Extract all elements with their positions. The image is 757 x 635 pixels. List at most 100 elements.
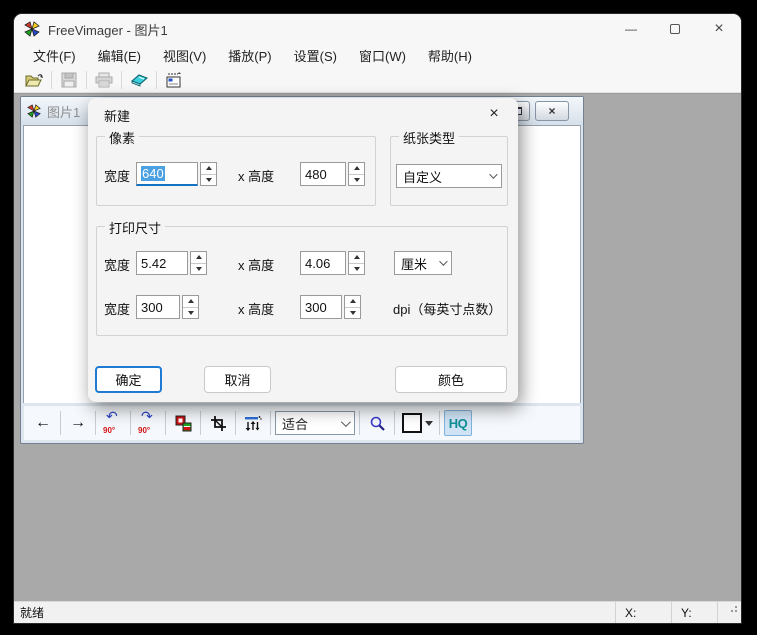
menu-help[interactable]: 帮助(H) xyxy=(417,44,483,67)
dpi-unit-label: dpi（每英寸点数） xyxy=(393,299,501,318)
dpi-width-label: 宽度 xyxy=(104,299,130,318)
menu-view[interactable]: 视图(V) xyxy=(152,44,217,67)
nav-separator xyxy=(60,411,61,435)
dialog-close-button[interactable]: × xyxy=(482,102,506,126)
nav-separator xyxy=(270,411,271,435)
tab-image-icon xyxy=(27,104,41,118)
pixel-width-value: 640 xyxy=(141,166,165,181)
dpi-width-input[interactable]: 300 xyxy=(136,295,180,319)
child-close-button[interactable]: × xyxy=(535,101,569,121)
dpi-width-value: 300 xyxy=(141,300,163,315)
close-button[interactable]: × xyxy=(697,14,741,44)
window-title: FreeVimager - 图片1 xyxy=(48,20,609,39)
resize-grip-icon[interactable] xyxy=(735,610,737,612)
dpi-height-stepper[interactable] xyxy=(344,295,361,319)
save-icon xyxy=(61,72,77,88)
nav-toolbar: ← → ↶ 90° ↷ 90° xyxy=(23,405,581,441)
status-grip-cell xyxy=(717,602,741,623)
dpi-width-stepper[interactable] xyxy=(182,295,199,319)
menu-edit[interactable]: 编辑(E) xyxy=(87,44,152,67)
pixel-height-stepper[interactable] xyxy=(348,162,365,186)
batch-button[interactable] xyxy=(160,69,188,91)
print-button[interactable] xyxy=(90,69,118,91)
minimize-button[interactable]: — xyxy=(609,14,653,44)
print-width-stepper[interactable] xyxy=(190,251,207,275)
paper-type-group: 纸张类型 自定义 xyxy=(390,136,508,206)
print-height-label: x 高度 xyxy=(238,255,274,274)
save-button[interactable] xyxy=(55,69,83,91)
frame-icon xyxy=(402,413,422,433)
prev-icon: ← xyxy=(35,414,51,432)
status-x: X: xyxy=(615,602,671,623)
titlebar: FreeVimager - 图片1 — × xyxy=(14,14,741,44)
rotate-cw-button[interactable]: ↷ 90° xyxy=(135,409,161,437)
freevimager-window: FreeVimager - 图片1 — × 文件(F) 编辑(E) 视图(V) … xyxy=(14,14,741,623)
frame-button[interactable] xyxy=(399,409,435,437)
nav-separator xyxy=(95,411,96,435)
unit-select[interactable]: 厘米 xyxy=(394,251,452,275)
true-color-button[interactable] xyxy=(170,409,196,437)
batch-icon xyxy=(165,72,183,88)
pixel-width-stepper[interactable] xyxy=(200,162,217,186)
open-button[interactable] xyxy=(20,69,48,91)
paper-type-label: 纸张类型 xyxy=(399,128,459,147)
app-logo-icon xyxy=(24,21,40,37)
print-height-stepper[interactable] xyxy=(348,251,365,275)
paper-type-value: 自定义 xyxy=(403,167,442,186)
hq-toggle-button[interactable]: HQ xyxy=(444,410,472,436)
print-width-input[interactable]: 5.42 xyxy=(136,251,188,275)
maximize-icon xyxy=(670,24,680,34)
print-height-input[interactable]: 4.06 xyxy=(300,251,346,275)
scan-button[interactable] xyxy=(125,69,153,91)
crop-icon xyxy=(210,415,227,432)
dpi-height-value: 300 xyxy=(305,300,327,315)
next-icon: → xyxy=(70,414,86,432)
print-icon xyxy=(95,72,113,88)
status-bar: 就绪 X: Y: xyxy=(14,601,741,623)
nav-separator xyxy=(200,411,201,435)
zoom-mode-select[interactable]: 适合 xyxy=(275,411,355,435)
menu-play[interactable]: 播放(P) xyxy=(217,44,282,67)
nav-separator xyxy=(130,411,131,435)
resize-icon xyxy=(244,415,262,432)
rotate-ccw-button[interactable]: ↶ 90° xyxy=(100,409,126,437)
pixel-height-value: 480 xyxy=(305,167,327,182)
pixels-group-label: 像素 xyxy=(105,128,139,147)
pixel-height-input[interactable]: 480 xyxy=(300,162,346,186)
chevron-down-icon xyxy=(341,417,351,427)
next-image-button[interactable]: → xyxy=(65,409,91,437)
print-height-value: 4.06 xyxy=(305,256,330,271)
zoom-button[interactable] xyxy=(364,409,390,437)
paper-type-select[interactable]: 自定义 xyxy=(396,164,502,188)
unit-value: 厘米 xyxy=(401,254,427,273)
chevron-down-icon xyxy=(439,257,447,265)
ok-button[interactable]: 确定 xyxy=(95,366,162,393)
maximize-button[interactable] xyxy=(653,14,697,44)
dpi-height-input[interactable]: 300 xyxy=(300,295,342,319)
close-icon: × xyxy=(714,20,723,38)
menu-file[interactable]: 文件(F) xyxy=(22,44,87,67)
cancel-button[interactable]: 取消 xyxy=(204,366,271,393)
pixel-width-input[interactable]: 640 xyxy=(136,162,198,186)
tab-image1[interactable]: 图片1 xyxy=(47,102,80,121)
rotate-ccw-icon: ↶ 90° xyxy=(101,410,125,436)
pixel-width-label: 宽度 xyxy=(104,166,130,185)
mdi-area: 图片1 × ← → ↶ 90° xyxy=(14,93,741,601)
menu-window[interactable]: 窗口(W) xyxy=(348,44,417,67)
color-button[interactable]: 颜色 xyxy=(395,366,507,393)
toolbar-separator xyxy=(86,71,87,89)
scan-icon xyxy=(130,72,149,88)
new-image-dialog: 新建 × 像素 宽度 640 x 高度 480 纸张类型 自定义 xyxy=(88,98,518,402)
main-toolbar xyxy=(14,67,741,93)
dialog-title: 新建 xyxy=(104,106,130,125)
nav-separator xyxy=(165,411,166,435)
crop-button[interactable] xyxy=(205,409,231,437)
menu-settings[interactable]: 设置(S) xyxy=(283,44,348,67)
resize-button[interactable] xyxy=(240,409,266,437)
chevron-down-icon xyxy=(489,170,497,178)
status-ready: 就绪 xyxy=(14,604,615,621)
nav-separator xyxy=(394,411,395,435)
pixel-height-label: x 高度 xyxy=(238,166,274,185)
pixels-group: 像素 宽度 640 x 高度 480 xyxy=(96,136,376,206)
prev-image-button[interactable]: ← xyxy=(30,409,56,437)
